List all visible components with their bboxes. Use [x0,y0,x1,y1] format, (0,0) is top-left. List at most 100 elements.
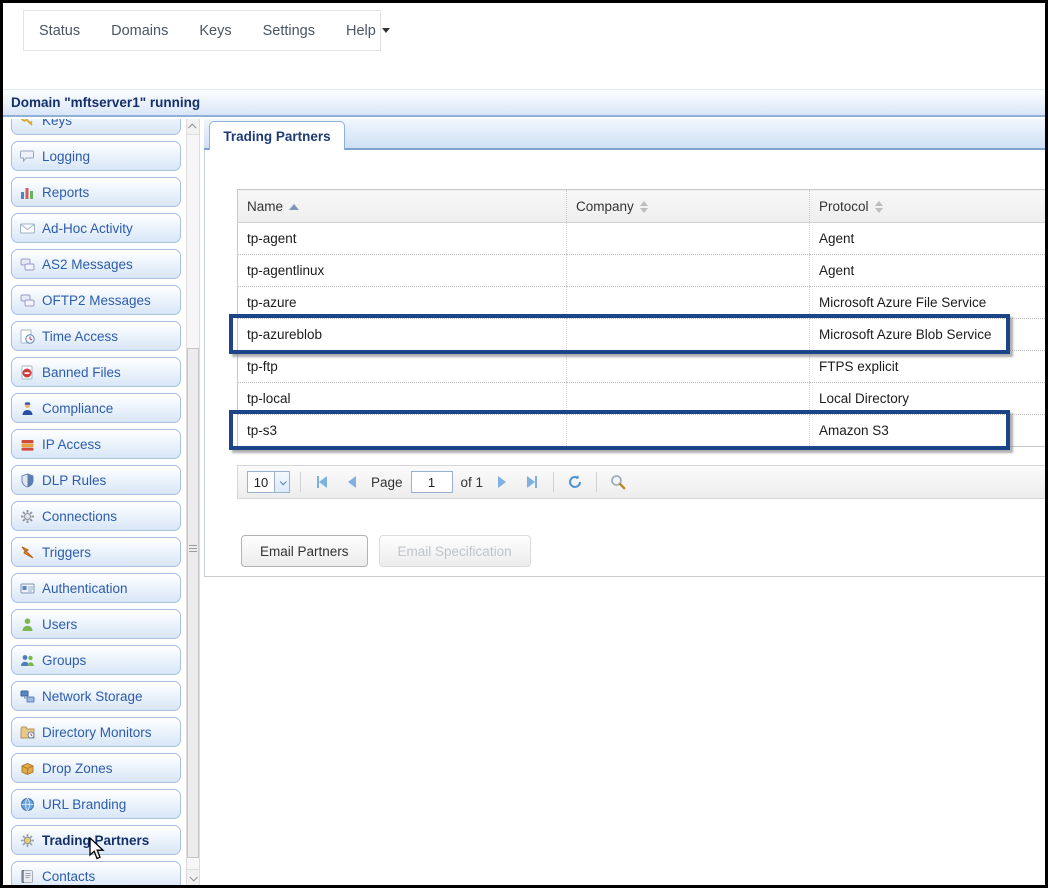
sidebar-item-label: IP Access [42,437,101,452]
table-header-row: Name Company Protocol [238,190,1046,223]
refresh-button[interactable] [564,471,586,493]
sidebar-item-label: Time Access [42,329,118,344]
envelope-icon [20,221,35,236]
company-cell [567,319,810,351]
last-page-button[interactable] [521,471,543,493]
sidebar-item-label: Banned Files [42,365,121,380]
table-row-tp-azureblob[interactable]: tp-azureblobMicrosoft Azure Blob Service [238,319,1046,351]
sidebar-item-compliance[interactable]: Compliance [11,393,181,423]
table-row-tp-agentlinux[interactable]: tp-agentlinuxAgent [238,255,1046,287]
sort-icon [875,201,883,213]
sidebar-item-label: Reports [42,185,89,200]
table-row-tp-local[interactable]: tp-localLocal Directory [238,383,1046,415]
sidebar-item-logging[interactable]: Logging [11,141,181,171]
name-cell: tp-ftp [238,351,567,383]
company-cell [567,287,810,319]
last-page-icon [527,476,535,488]
menu-item-keys[interactable]: Keys [199,23,231,39]
scroll-up-button[interactable] [187,119,199,135]
sidebar-item-url-branding[interactable]: URL Branding [11,789,181,819]
menu-item-domains[interactable]: Domains [111,23,168,39]
clock-page-icon [20,329,35,344]
sidebar-item-as2-messages[interactable]: AS2 Messages [11,249,181,279]
page-size-select[interactable]: 10 [247,471,290,493]
sidebar-item-label: Groups [42,653,86,668]
refresh-icon [567,474,583,490]
domain-status-text: Domain "mftserver1" running [11,95,200,110]
sidebar-item-trading-partners[interactable]: Trading Partners [11,825,181,855]
sidebar-item-contacts[interactable]: Contacts [11,861,181,885]
sidebar-item-keys[interactable]: Keys [11,119,181,135]
sidebar-item-label: Compliance [42,401,113,416]
sort-icon [640,201,648,213]
sidebar-item-label: Directory Monitors [42,725,152,740]
protocol-cell: Agent [810,223,1046,255]
sidebar-item-users[interactable]: Users [11,609,181,639]
sidebar-item-ad-hoc-activity[interactable]: Ad-Hoc Activity [11,213,181,243]
sidebar-item-label: URL Branding [42,797,126,812]
menu-item-settings[interactable]: Settings [263,23,315,39]
table-row-tp-azure[interactable]: tp-azureMicrosoft Azure File Service [238,287,1046,319]
chevron-up-icon [188,123,196,131]
sidebar-item-label: AS2 Messages [42,257,133,272]
sidebar-item-groups[interactable]: Groups [11,645,181,675]
trading-partners-table: Name Company Protocol tp-agentAgenttp-agen… [237,189,1045,447]
next-page-icon [498,476,506,488]
table-row-tp-ftp[interactable]: tp-ftpFTPS explicit [238,351,1046,383]
sidebar-item-authentication[interactable]: Authentication [11,573,181,603]
email-partners-button[interactable]: Email Partners [241,535,368,567]
protocol-cell: Amazon S3 [810,415,1046,447]
table-row-tp-s3[interactable]: tp-s3 Amazon S3 [238,415,1046,447]
sidebar-item-dlp-rules[interactable]: DLP Rules [11,465,181,495]
prev-page-button[interactable] [341,471,363,493]
box-icon [20,761,35,776]
sidebar-item-label: Trading Partners [42,833,149,848]
sidebar-item-ip-access[interactable]: IP Access [11,429,181,459]
network-storage-icon [20,689,35,704]
sidebar-item-banned-files[interactable]: Banned Files [11,357,181,387]
tab-strip: Trading Partners [204,119,1045,150]
shield-icon [20,473,35,488]
table-row-tp-agent[interactable]: tp-agentAgent [238,223,1046,255]
menu-item-help[interactable]: Help [346,23,390,39]
column-label: Protocol [819,199,869,214]
main-panel: Name Company Protocol tp-agentAgenttp-agen… [204,150,1045,577]
sidebar-item-reports[interactable]: Reports [11,177,181,207]
scrollbar-thumb[interactable] [187,348,199,858]
column-label: Company [576,199,634,214]
sidebar-item-label: Logging [42,149,90,164]
sidebar-item-network-storage[interactable]: Network Storage [11,681,181,711]
sidebar-item-directory-monitors[interactable]: Directory Monitors [11,717,181,747]
pagination-toolbar: 10 Page of 1 [237,465,1045,499]
column-header-company[interactable]: Company [567,190,810,223]
address-book-icon [20,869,35,884]
name-cell: tp-s3 [238,415,567,447]
search-button[interactable] [607,471,629,493]
messages-icon [20,293,35,308]
first-page-button[interactable] [311,471,333,493]
column-header-name[interactable]: Name [238,190,567,223]
sidebar-item-triggers[interactable]: Triggers [11,537,181,567]
company-cell [567,351,810,383]
column-header-protocol[interactable]: Protocol [810,190,1046,223]
scroll-down-button[interactable] [187,869,199,885]
sidebar-scrollbar[interactable] [186,119,200,885]
company-cell [567,255,810,287]
sidebar-item-label: Authentication [42,581,128,596]
toolbar-separator [553,472,554,492]
key-icon [20,119,35,128]
sidebar-item-oftp2-messages[interactable]: OFTP2 Messages [11,285,181,315]
app-window: Status Domains Keys Settings Help Domain "mf… [0,0,1048,888]
name-cell: tp-azureblob [238,319,567,351]
sidebar-item-drop-zones[interactable]: Drop Zones [11,753,181,783]
tab-trading-partners[interactable]: Trading Partners [209,121,345,150]
sidebar-item-time-access[interactable]: Time Access [11,321,181,351]
messages-icon [20,257,35,272]
select-arrow-icon [274,472,289,492]
page-number-input[interactable] [411,471,453,493]
sidebar-item-connections[interactable]: Connections [11,501,181,531]
menu-item-status[interactable]: Status [39,23,80,39]
next-page-button[interactable] [491,471,513,493]
email-specification-button: Email Specification [379,535,531,567]
name-cell: tp-azure [238,287,567,319]
